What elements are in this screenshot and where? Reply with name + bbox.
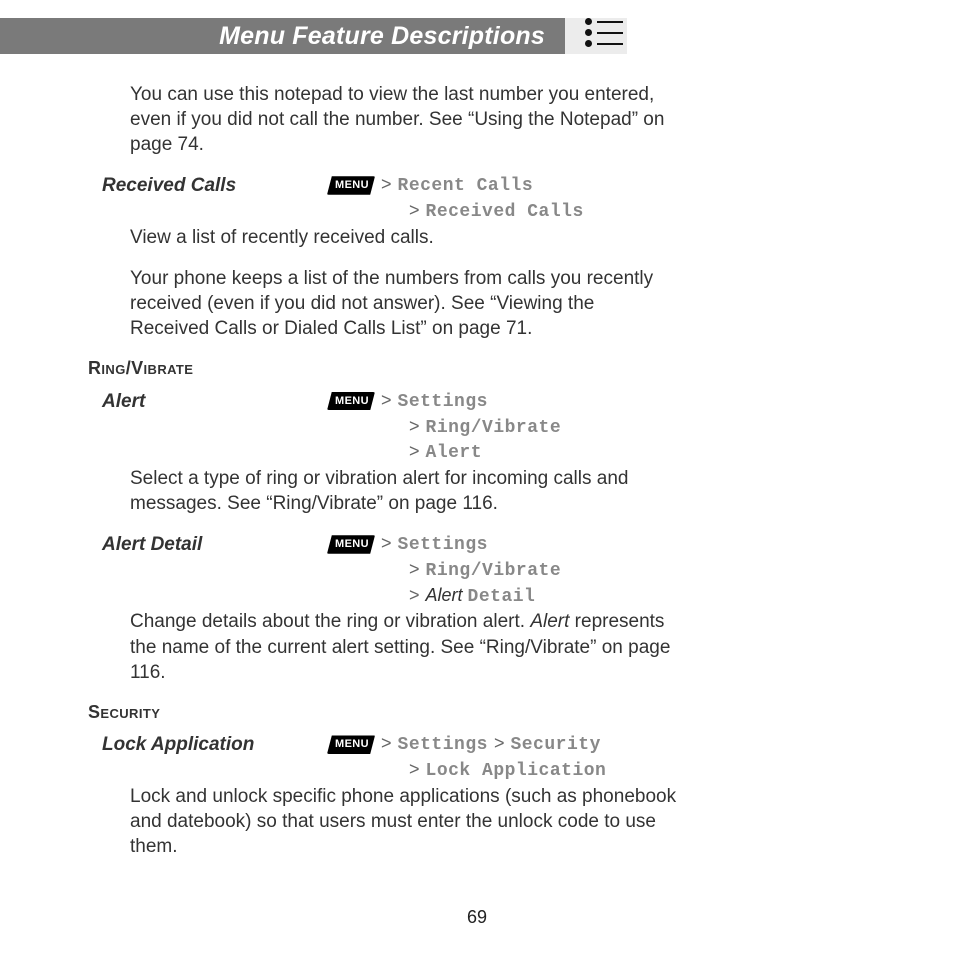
feature-name: Alert [88,389,327,414]
feature-description: View a list of recently received calls. [130,225,678,250]
menu-path: MENU>Settings >Ring/Vibrate >Alert [327,389,678,466]
feature-name: Received Calls [88,173,327,198]
feature-description: Your phone keeps a list of the numbers f… [130,266,678,341]
feature-description: Select a type of ring or vibration alert… [130,466,678,516]
section-heading-security: Security [88,701,678,725]
menu-path: MENU>Settings >Ring/Vibrate >Alert Detai… [327,532,678,609]
menu-key-icon: MENU [327,735,375,754]
intro-paragraph: You can use this notepad to view the las… [130,82,678,157]
menu-key-icon: MENU [327,392,375,411]
feature-name: Alert Detail [88,532,327,557]
menu-list-icon [585,14,623,52]
page-title: Menu Feature Descriptions [219,22,545,51]
feature-lock-application: Lock Application MENU>Settings>Security … [88,732,678,859]
menu-path: MENU>Recent Calls >Received Calls [327,173,678,225]
section-heading-ring-vibrate: Ring/Vibrate [88,357,678,381]
feature-received-calls: Received Calls MENU>Recent Calls >Receiv… [88,173,678,341]
feature-alert-detail: Alert Detail MENU>Settings >Ring/Vibrate… [88,532,678,684]
feature-name: Lock Application [88,732,327,757]
menu-key-icon: MENU [327,535,375,554]
feature-description: Lock and unlock specific phone applicati… [130,784,678,859]
page-content: You can use this notepad to view the las… [88,82,678,875]
feature-alert: Alert MENU>Settings >Ring/Vibrate >Alert… [88,389,678,516]
feature-description: Change details about the ring or vibrati… [130,609,678,684]
menu-path: MENU>Settings>Security >Lock Application [327,732,678,784]
page-number: 69 [0,907,954,928]
menu-key-icon: MENU [327,176,375,195]
page-header: Menu Feature Descriptions [0,18,565,54]
